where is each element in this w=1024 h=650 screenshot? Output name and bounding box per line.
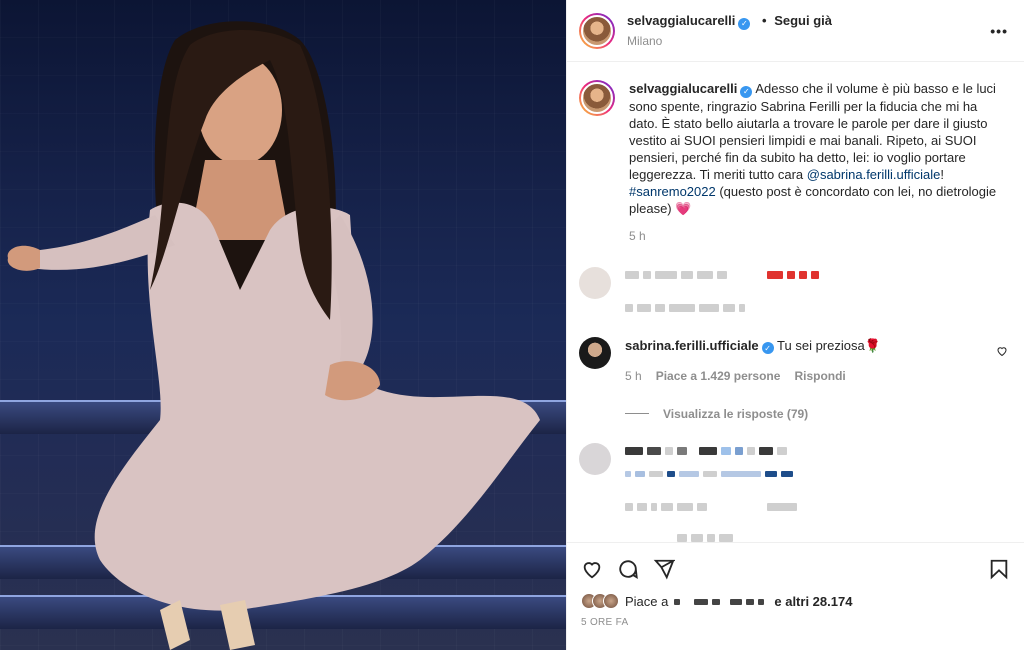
caption-meta: 5 h xyxy=(629,229,1008,243)
post-timestamp: 5 ORE FA xyxy=(581,617,629,628)
separator-dot: • xyxy=(762,13,767,29)
verified-icon: ✓ xyxy=(738,17,751,30)
blurred-comment-text xyxy=(625,267,1008,315)
liker-avatars xyxy=(581,593,619,609)
post-sidebar: selvaggialucarelli ✓ • Segui già Milano •… xyxy=(566,0,1024,650)
reply-button[interactable]: Rispondi xyxy=(794,369,845,383)
comments-section: selvaggialucarelli ✓ Adesso che il volume… xyxy=(567,62,1024,542)
view-replies[interactable]: Visualizza le risposte (79) xyxy=(625,407,1008,421)
more-options-icon[interactable]: ••• xyxy=(990,23,1008,39)
blurred-avatar[interactable] xyxy=(579,266,611,299)
comment-time: 5 h xyxy=(625,368,642,383)
comment-item xyxy=(579,266,1008,315)
author-username[interactable]: selvaggialucarelli xyxy=(627,13,735,28)
comment-item xyxy=(579,442,1008,542)
heart-icon[interactable] xyxy=(581,558,603,580)
likes-prefix: Piace a xyxy=(625,593,669,609)
share-icon[interactable] xyxy=(653,558,675,580)
comment-icon[interactable] xyxy=(617,558,639,580)
commenter-avatar[interactable] xyxy=(579,336,611,369)
caption-avatar[interactable] xyxy=(579,80,615,116)
location-link[interactable]: Milano xyxy=(627,34,990,48)
view-replies-label[interactable]: Visualizza le risposte (79) xyxy=(663,407,808,421)
caption-after-mention: ! xyxy=(940,166,944,182)
follow-button[interactable]: Segui già xyxy=(774,13,832,28)
caption-text: selvaggialucarelli ✓ Adesso che il volume… xyxy=(629,80,1008,217)
likes-count[interactable]: e altri 28.174 xyxy=(774,594,852,609)
bookmark-icon[interactable] xyxy=(988,558,1010,580)
verified-icon: ✓ xyxy=(740,85,753,98)
mention-link[interactable]: @sabrina.ferilli.ufficiale xyxy=(807,167,941,182)
commenter-username[interactable]: sabrina.ferilli.ufficiale xyxy=(625,338,759,353)
blurred-avatar[interactable] xyxy=(579,442,611,475)
caption-username[interactable]: selvaggialucarelli xyxy=(629,81,737,96)
caption: selvaggialucarelli ✓ Adesso che il volume… xyxy=(579,76,1008,243)
author-avatar[interactable] xyxy=(579,12,615,49)
hashtag-link[interactable]: #sanremo2022 xyxy=(629,184,716,199)
comment-text: sabrina.ferilli.ufficiale ✓ Tu sei prezio… xyxy=(625,337,881,354)
post-photo[interactable] xyxy=(0,0,566,650)
blurred-liker[interactable] xyxy=(674,594,768,609)
likes-summary[interactable]: Piace a e altri 28.174 xyxy=(581,593,1010,609)
comment-meta: 5 h Piace a 1.429 persone Rispondi xyxy=(625,369,1008,383)
comment-item: sabrina.ferilli.ufficiale ✓ Tu sei prezio… xyxy=(579,336,1008,421)
replies-line xyxy=(625,413,649,414)
verified-icon: ✓ xyxy=(761,342,774,354)
heart-icon[interactable] xyxy=(996,345,1008,357)
caption-time: 5 h xyxy=(629,228,646,243)
blurred-comment-text xyxy=(625,443,1008,542)
comment-likes[interactable]: Piace a 1.429 persone xyxy=(656,369,781,383)
post-header: selvaggialucarelli ✓ • Segui già Milano •… xyxy=(567,0,1024,62)
comment-body: Tu sei preziosa🌹 xyxy=(777,337,881,353)
post-actions: Piace a e altri 28.174 5 ORE FA xyxy=(567,542,1024,650)
woman-figure xyxy=(7,21,541,650)
